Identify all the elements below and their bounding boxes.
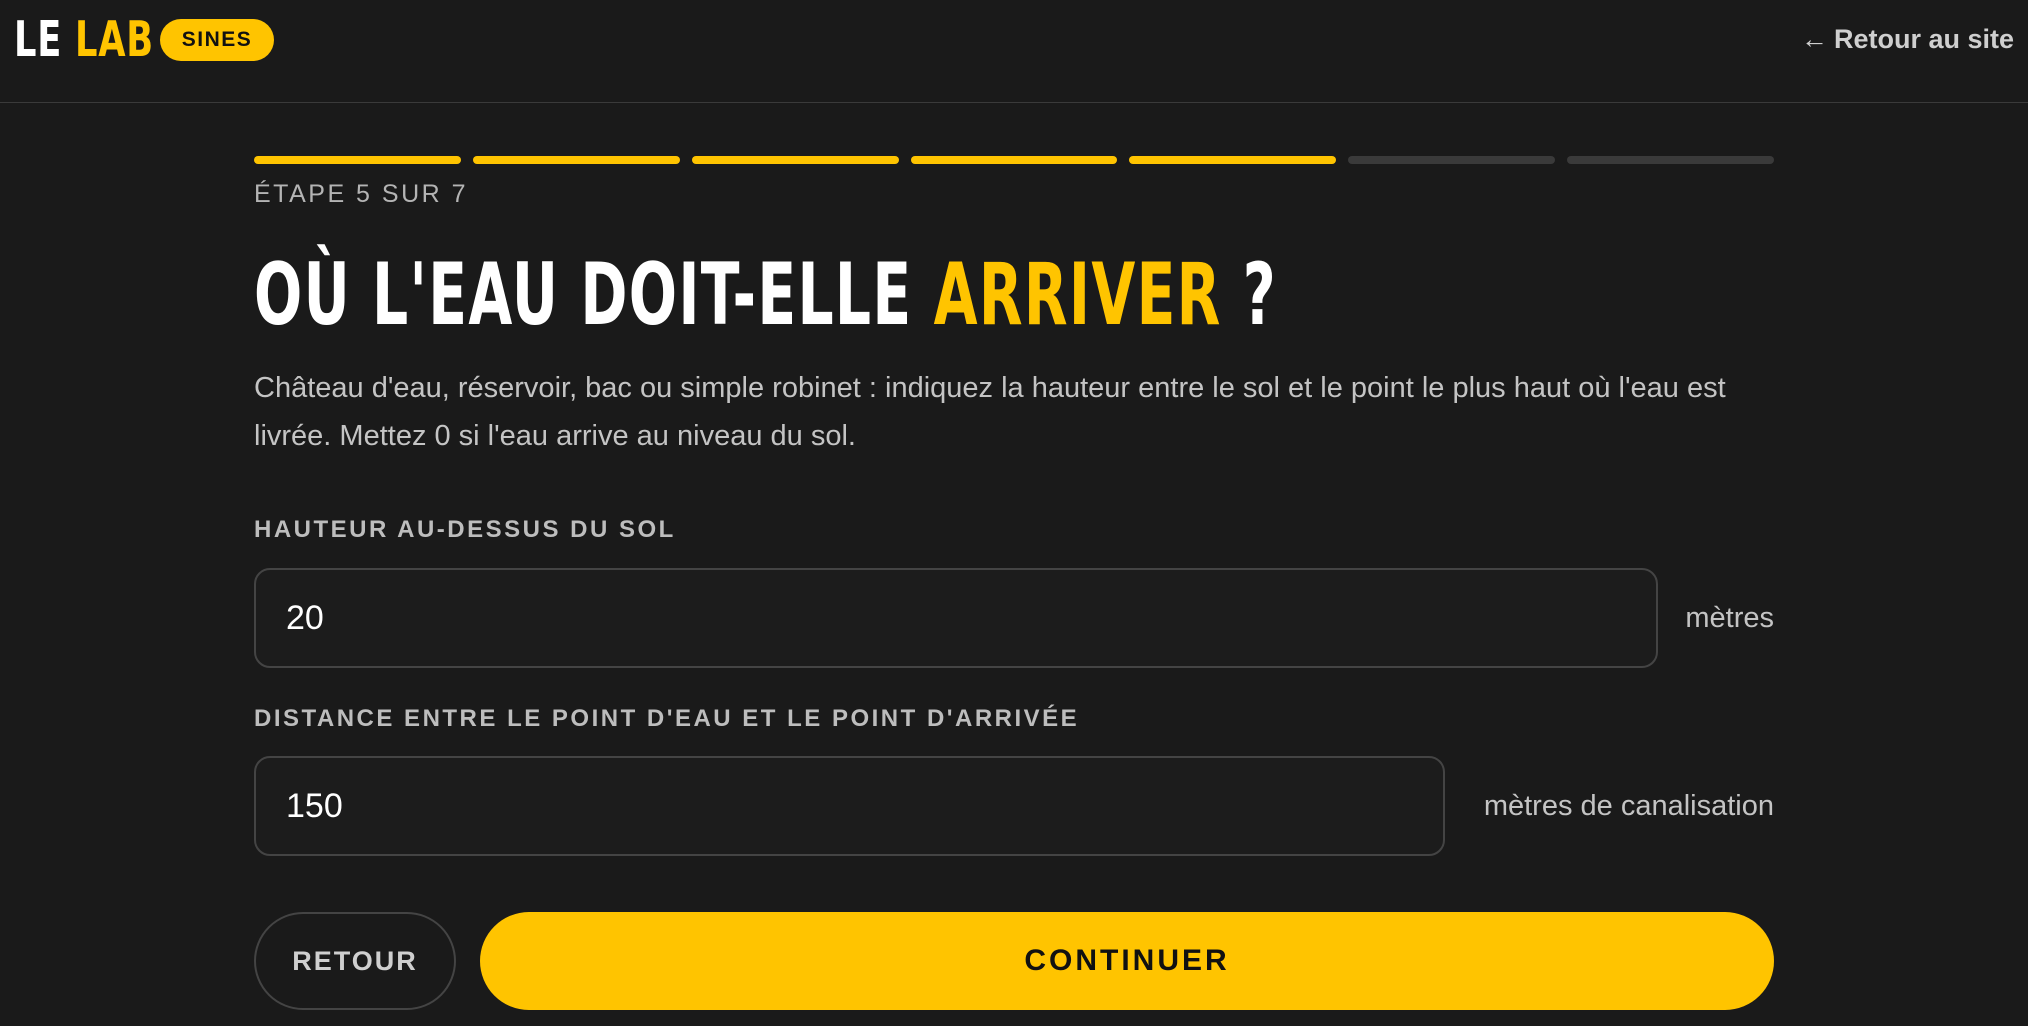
back-button[interactable]: RETOUR bbox=[254, 912, 456, 1010]
progress-segment-4 bbox=[910, 156, 1118, 164]
step-indicator: ÉTAPE 5 SUR 7 bbox=[254, 180, 469, 208]
progress-segment-6 bbox=[1348, 156, 1556, 164]
height-field-label: HAUTEUR AU-DESSUS DU SOL bbox=[254, 516, 676, 543]
height-input[interactable] bbox=[254, 568, 1658, 668]
distance-unit: mètres de canalisation bbox=[1483, 790, 1774, 822]
distance-field-label: DISTANCE ENTRE LE POINT D'EAU ET LE POIN… bbox=[254, 705, 1080, 732]
brand-lab: LAB bbox=[75, 10, 154, 68]
title-accent-text: ARRIVER bbox=[933, 245, 1222, 345]
progress-segment-2 bbox=[472, 156, 680, 164]
arrow-left-icon: ← bbox=[1800, 23, 1828, 54]
back-to-site-link[interactable]: ← Retour au site bbox=[1801, 20, 2014, 58]
continue-button[interactable]: CONTINUER bbox=[480, 912, 1774, 1010]
brand-le: LE bbox=[14, 10, 63, 68]
top-bar: LE LAB SINES ← Retour au site bbox=[0, 0, 2028, 103]
brand-wordmark: LE LAB bbox=[14, 15, 154, 64]
location-badge: SINES bbox=[160, 19, 274, 61]
question-description: Château d'eau, réservoir, bac ou simple … bbox=[254, 372, 1726, 452]
distance-input[interactable] bbox=[254, 756, 1445, 856]
back-to-site-label: Retour au site bbox=[1833, 23, 2014, 54]
title-text: OÙ L'EAU DOIT-ELLE bbox=[254, 245, 913, 345]
title-question-mark: ? bbox=[1242, 245, 1278, 345]
progress-segment-5 bbox=[1129, 156, 1337, 164]
progress-segment-3 bbox=[691, 156, 899, 164]
page-title: OÙ L'EAU DOIT-ELLE ARRIVER ? bbox=[254, 252, 1277, 338]
step-progress-bar bbox=[254, 156, 1775, 164]
progress-segment-7 bbox=[1567, 156, 1775, 164]
height-unit: mètres bbox=[1685, 602, 1774, 634]
progress-segment-1 bbox=[254, 156, 461, 164]
brand-logo[interactable]: LE LAB SINES bbox=[14, 10, 274, 68]
